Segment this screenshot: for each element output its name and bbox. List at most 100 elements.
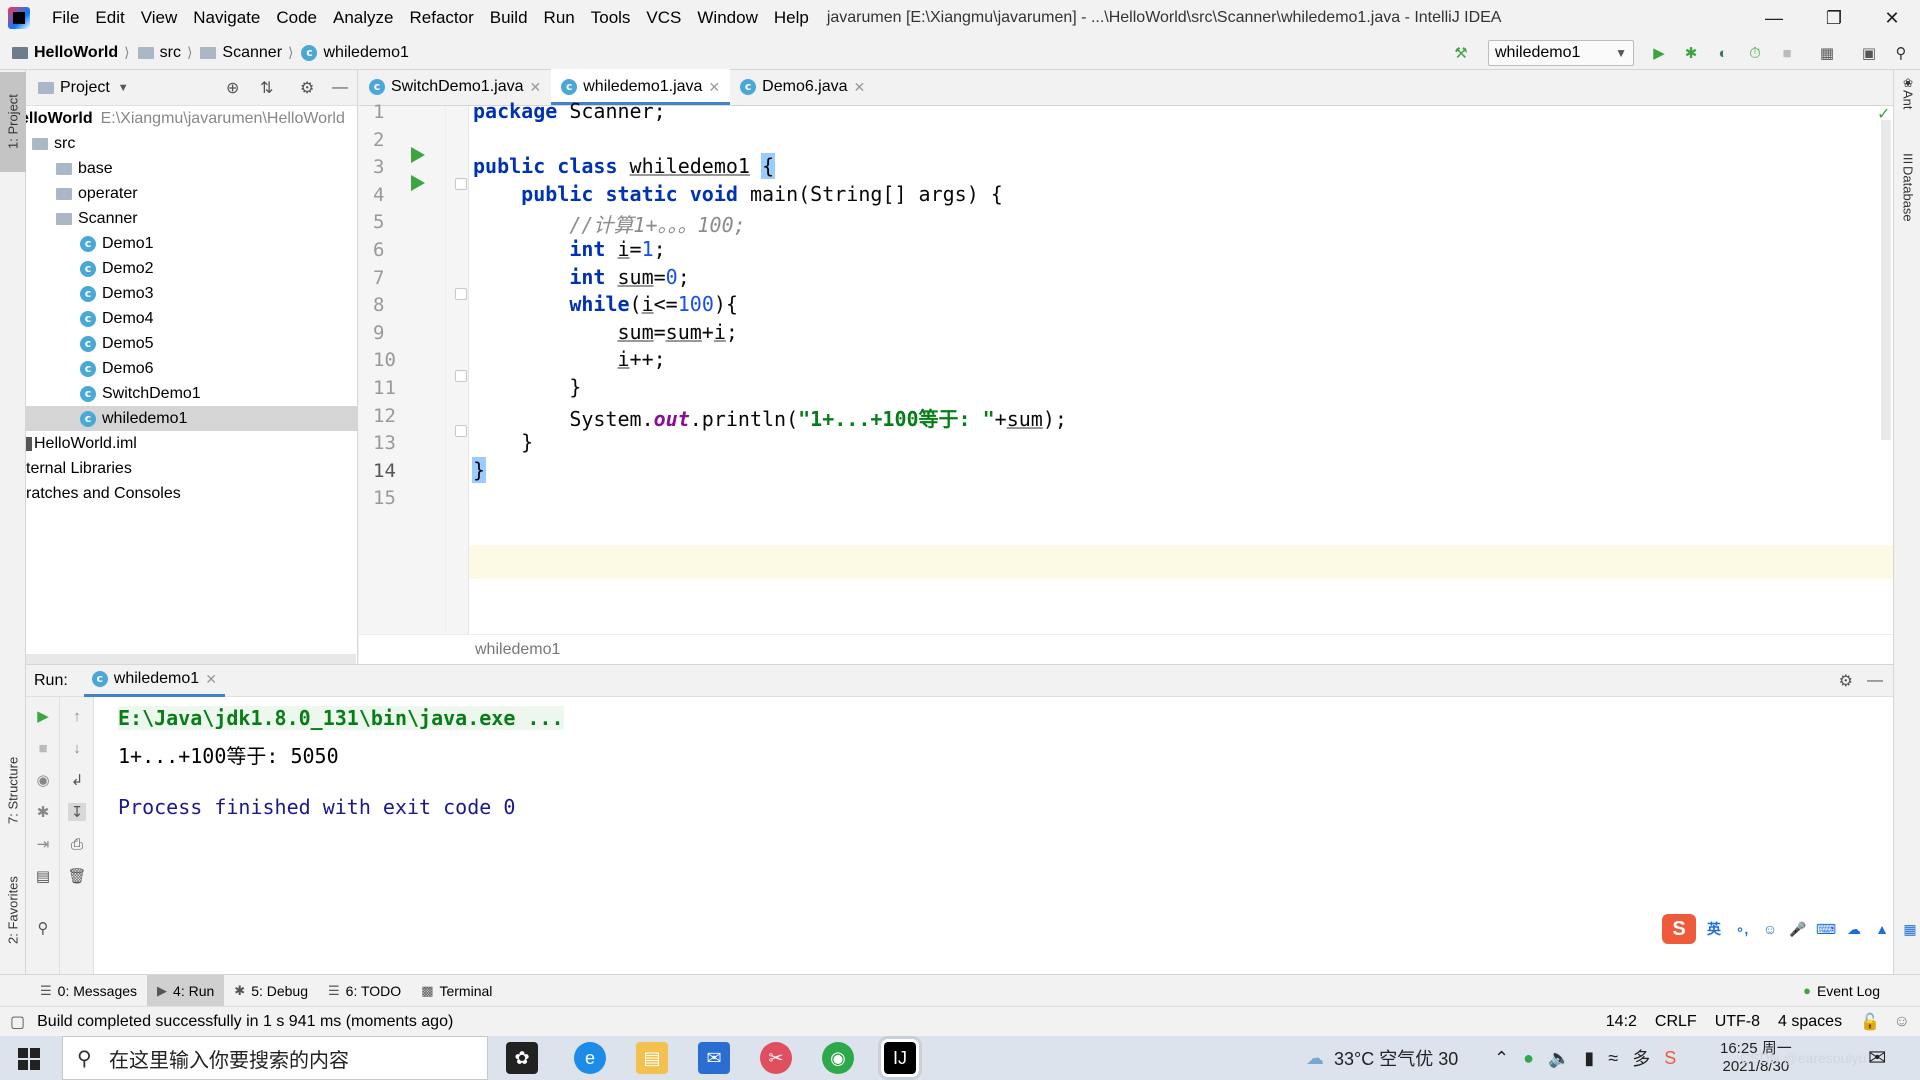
breadcrumb-class[interactable]: c whiledemo1: [301, 44, 409, 62]
tree-item[interactable]: c Demo3: [26, 281, 357, 306]
run-main-gutter-icon[interactable]: [411, 175, 425, 191]
shirt-icon[interactable]: ▲: [1872, 919, 1892, 939]
trash-icon[interactable]: 🗑: [67, 867, 86, 885]
fold-icon[interactable]: [455, 370, 467, 382]
tab-project[interactable]: 1: Project: [0, 72, 26, 172]
run-tab[interactable]: c whiledemo1 ✕: [83, 665, 225, 697]
vpn-icon[interactable]: ●: [1523, 1048, 1534, 1069]
rerun-icon[interactable]: ▶: [34, 707, 52, 725]
camera-icon[interactable]: ◉: [34, 771, 52, 789]
tool-run[interactable]: ▶ 4: Run: [147, 974, 225, 1007]
layout-icon[interactable]: ▤: [34, 867, 52, 885]
tree-item[interactable]: Scanner: [26, 206, 357, 231]
run-icon[interactable]: ▶: [1650, 44, 1668, 62]
vertical-scrollbar[interactable]: [1881, 120, 1891, 440]
run-class-gutter-icon[interactable]: [411, 147, 425, 163]
menu-analyze[interactable]: Analyze: [333, 8, 393, 28]
sogou-logo-icon[interactable]: S: [1662, 914, 1696, 944]
project-structure-icon[interactable]: ▦: [1818, 44, 1836, 62]
tab-structure[interactable]: 7: Structure: [0, 740, 26, 840]
microphone-icon[interactable]: 🎤: [1788, 919, 1808, 939]
tree-item[interactable]: src: [26, 131, 357, 156]
close-tab-icon[interactable]: ✕: [854, 79, 866, 96]
battery-icon[interactable]: ▮: [1584, 1048, 1594, 1069]
tree-item[interactable]: c Demo1: [26, 231, 357, 256]
print-icon[interactable]: ⎙: [68, 835, 86, 853]
tree-item[interactable]: ratches and Consoles: [26, 481, 357, 506]
stop-icon[interactable]: ■: [1778, 44, 1796, 62]
stop-icon[interactable]: ■: [34, 739, 52, 757]
close-tab-icon[interactable]: ✕: [708, 79, 720, 96]
close-tab-icon[interactable]: ✕: [205, 671, 217, 688]
file-encoding[interactable]: UTF-8: [1715, 1013, 1760, 1031]
wifi-icon[interactable]: ≈: [1608, 1048, 1618, 1069]
breadcrumb-src[interactable]: src ⟩: [137, 44, 192, 62]
windows-start-icon[interactable]: [18, 1048, 40, 1070]
line-separator[interactable]: CRLF: [1655, 1013, 1697, 1031]
pinwheel-app-icon[interactable]: ✿: [506, 1042, 538, 1074]
status-message[interactable]: Build completed successfully in 1 s 941 …: [37, 1013, 453, 1031]
taskbar-search[interactable]: ⚲ 在这里输入你要搜索的内容: [62, 1036, 488, 1080]
menu-file[interactable]: File: [52, 8, 79, 28]
debug-icon[interactable]: ✱: [34, 803, 52, 821]
minimize-icon[interactable]: —: [1744, 0, 1804, 36]
tool-messages[interactable]: ☰ 0: Messages: [30, 975, 147, 1007]
breadcrumb-scanner[interactable]: Scanner ⟩: [200, 44, 293, 62]
menu-view[interactable]: View: [141, 8, 178, 28]
presentation-icon[interactable]: ▣: [1860, 44, 1878, 62]
coverage-icon[interactable]: ◐: [1714, 44, 1732, 62]
tree-item[interactable]: operater: [26, 181, 357, 206]
tree-item[interactable]: c whiledemo1: [26, 406, 357, 431]
snipping-tool-icon[interactable]: ✂: [760, 1042, 792, 1074]
tree-item[interactable]: ternal Libraries: [26, 456, 357, 481]
emoji-icon[interactable]: ☺: [1760, 919, 1780, 939]
notification-icon[interactable]: ✉: [1868, 1036, 1886, 1080]
menu-window[interactable]: Window: [697, 8, 757, 28]
ime-lang[interactable]: 英: [1704, 919, 1724, 939]
arrow-up-icon[interactable]: ↑: [68, 707, 86, 725]
fold-icon[interactable]: [455, 178, 467, 190]
file-explorer-icon[interactable]: ▤: [636, 1042, 668, 1074]
hide-panel-icon[interactable]: —: [332, 79, 348, 97]
caret-position[interactable]: 14:2: [1606, 1013, 1637, 1031]
menu-navigate[interactable]: Navigate: [193, 8, 260, 28]
editor-breadcrumb[interactable]: whiledemo1: [359, 634, 1893, 664]
code-editor[interactable]: 1 2 3 4 5 6 7 8 9 10 11 12 13 14 15 package Scanner; p…: [359, 99, 1893, 634]
volume-icon[interactable]: 🔈: [1548, 1048, 1570, 1069]
chevron-down-icon[interactable]: ▼: [118, 82, 129, 94]
profile-icon[interactable]: ⏱: [1746, 44, 1764, 62]
status-layout-icon[interactable]: ▢: [10, 1012, 25, 1032]
tab-favorites[interactable]: 2: Favorites: [0, 860, 26, 960]
chevron-up-icon[interactable]: ⌃: [1494, 1048, 1509, 1069]
mail-icon[interactable]: ✉: [698, 1042, 730, 1074]
menu-vcs[interactable]: VCS: [646, 8, 681, 28]
tree-item[interactable]: c Demo4: [26, 306, 357, 331]
locate-icon[interactable]: ⊕: [226, 78, 239, 98]
ime-mode-icon[interactable]: 多: [1632, 1045, 1650, 1071]
tool-terminal[interactable]: ▩ Terminal: [411, 975, 502, 1007]
tab-demo6[interactable]: c Demo6.java ✕: [730, 69, 875, 105]
soft-wrap-icon[interactable]: ↲: [68, 771, 86, 789]
close-tab-icon[interactable]: ✕: [530, 79, 542, 96]
exit-icon[interactable]: ⇥: [34, 835, 52, 853]
tool-todo[interactable]: ☰ 6: TODO: [318, 975, 411, 1007]
menu-refactor[interactable]: Refactor: [409, 8, 473, 28]
skin-icon[interactable]: ☁: [1844, 919, 1864, 939]
pin-icon[interactable]: ⚲: [34, 919, 52, 937]
arrow-down-icon[interactable]: ↓: [68, 739, 86, 757]
menu-build[interactable]: Build: [490, 8, 528, 28]
tree-item[interactable]: c Demo6: [26, 356, 357, 381]
fold-icon[interactable]: [455, 425, 467, 437]
tree-item[interactable]: base: [26, 156, 357, 181]
tree-item[interactable]: c Demo2: [26, 256, 357, 281]
menu-code[interactable]: Code: [276, 8, 317, 28]
menu-tools[interactable]: Tools: [591, 8, 631, 28]
tree-item[interactable]: HelloWorld.iml: [26, 431, 357, 456]
tab-database[interactable]: ☰ Database: [1895, 152, 1920, 252]
hide-panel-icon[interactable]: —: [1867, 672, 1883, 690]
fold-icon[interactable]: [455, 288, 467, 300]
build-hammer-icon[interactable]: ⚒: [1452, 44, 1470, 62]
intellij-app-icon[interactable]: IJ: [881, 1039, 919, 1077]
gear-icon[interactable]: ⚙: [1839, 671, 1853, 691]
tab-ant[interactable]: ❀ Ant: [1895, 76, 1920, 120]
